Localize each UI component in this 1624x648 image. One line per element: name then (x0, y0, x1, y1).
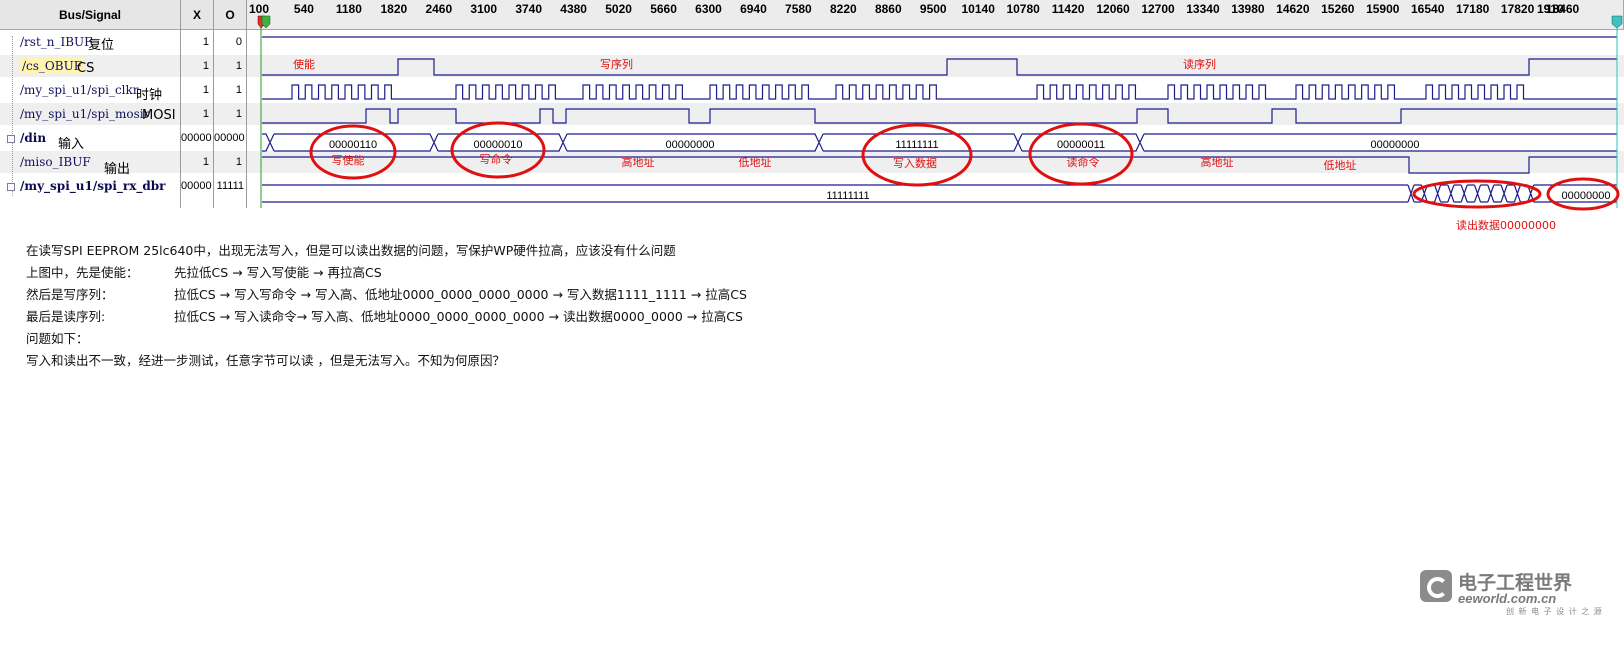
din-value: 00000110 (329, 139, 377, 151)
din-label: 写入数据 (893, 156, 937, 170)
trace-mosi (262, 108, 1617, 124)
text-line: 最后是读序列: 拉低CS → 写入读命令→ 写入高、低地址0000_0000_0… (26, 306, 743, 328)
text-label: 最后是读序列: (26, 309, 106, 324)
annotation-write-seq: 写序列 (600, 57, 633, 71)
text-line: 上图中，先是使能： 先拉低CS → 写入写使能 → 再拉高CS (26, 262, 676, 284)
din-value: 00000000 (666, 139, 715, 151)
waveform-canvas[interactable]: 使能 写序列 读序列 00000110 00000010 00000000 11… (0, 0, 1624, 240)
trace-clk (262, 84, 1617, 100)
text-line: 在读写SPI EEPROM 25lc640中，出现无法写入，但是可以读出数据的问… (26, 243, 676, 258)
logo-sub-text: 创 新 电 子 设 计 之 源 (1506, 607, 1603, 616)
text-line: 问题如下： (26, 331, 89, 346)
text-content: 拉低CS → 写入读命令→ 写入高、低地址0000_0000_0000_0000… (174, 309, 743, 324)
waveform-window: Bus/Signal X O 100 540 1180 1820 2460 3100 374… (0, 0, 1624, 232)
text-label: 然后是写序列： (26, 287, 114, 302)
rx-value: 00000000 (1562, 190, 1611, 202)
din-label: 低地址 (739, 155, 772, 169)
din-label: 高地址 (622, 155, 655, 169)
din-label: 写使能 (332, 153, 365, 167)
din-label: 读命令 (1067, 155, 1100, 169)
trace-cs (262, 58, 1617, 76)
text-content: 拉低CS → 写入写命令 → 写入高、低地址0000_0000_0000_000… (174, 287, 747, 302)
post-text: 在读写SPI EEPROM 25lc640中，出现无法写入，但是可以读出数据的问… (26, 240, 747, 372)
annotation-enable: 使能 (293, 57, 315, 71)
din-label: 低地址 (1324, 158, 1357, 172)
din-value: 00000011 (1057, 139, 1105, 151)
eeworld-logo: 电子工程世界 eeworld.com.cn 创 新 电 子 设 计 之 源 (1420, 568, 1620, 616)
annotation-read-result: 读出数据00000000 (1456, 218, 1556, 232)
text-line: 然后是写序列： 拉低CS → 写入写命令 → 写入高、低地址0000_0000_… (26, 284, 747, 306)
marker-icon[interactable] (1611, 15, 1623, 29)
annotation-read-seq: 读序列 (1183, 57, 1216, 71)
din-value: 00000010 (474, 139, 523, 151)
din-value: 00000000 (1371, 139, 1420, 151)
text-line: 写入和读出不一致，经进一步测试，任意字节可以读 ，但是无法写入。不知为何原因？ (26, 353, 505, 368)
logo-en-text: eeworld.com.cn (1458, 591, 1557, 606)
rx-value: 11111111 (826, 190, 869, 202)
din-label: 写命令 (480, 152, 513, 166)
text-content: 先拉低CS → 写入写使能 → 再拉高CS (174, 265, 382, 280)
logo-icon (1420, 570, 1452, 602)
din-value: 11111111 (895, 139, 938, 151)
waveform-traces (262, 36, 1617, 203)
text-label: 上图中，先是使能： (26, 265, 139, 280)
marker-icon[interactable] (261, 15, 271, 29)
highlight-ellipse (1028, 122, 1134, 186)
din-label: 高地址 (1201, 155, 1234, 169)
